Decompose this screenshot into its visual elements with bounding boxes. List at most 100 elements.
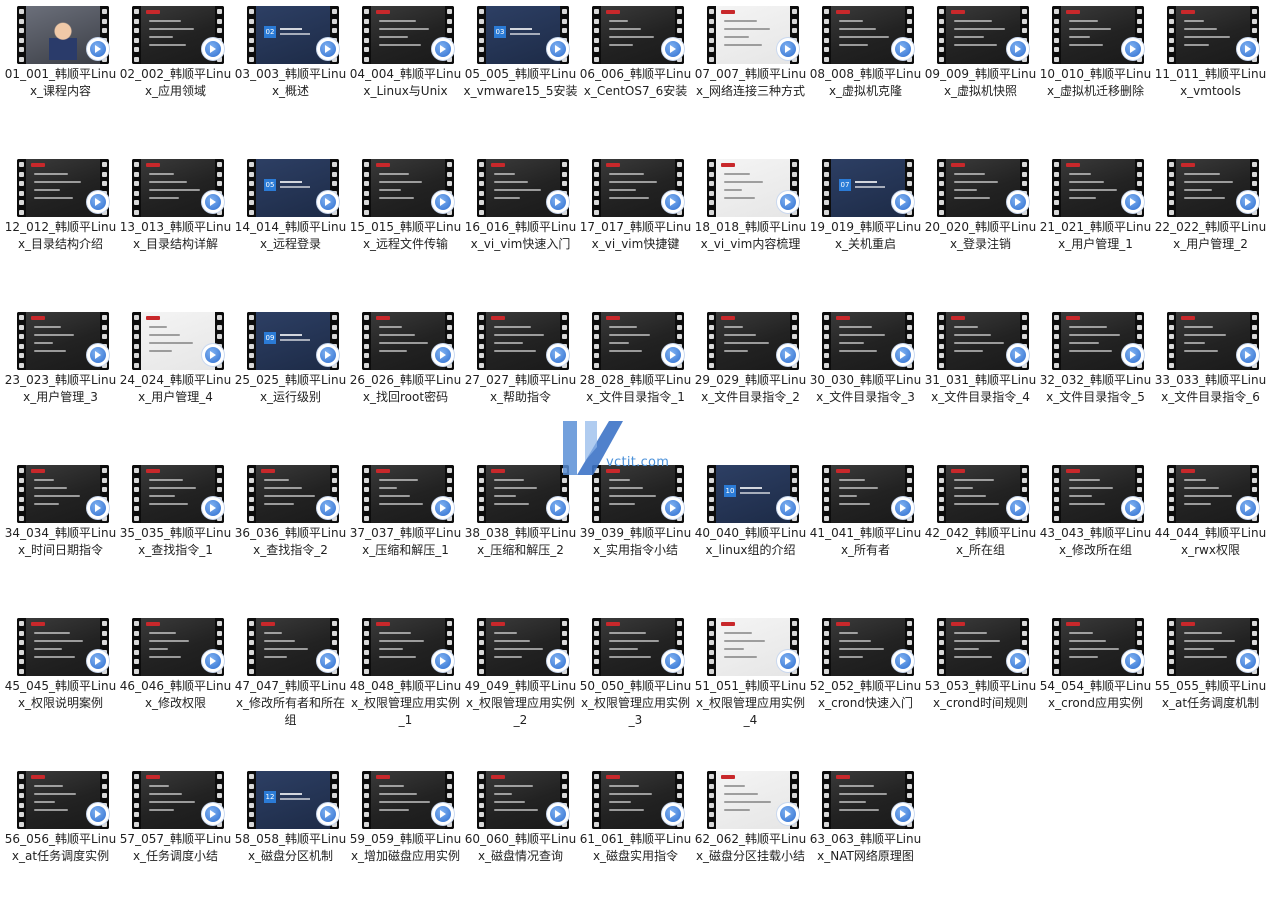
play-badge-icon	[1122, 38, 1144, 60]
video-file-item[interactable]: 43_043_韩顺平Linux_修改所在组	[1038, 459, 1153, 609]
play-badge-icon	[777, 650, 799, 672]
play-badge-icon	[202, 38, 224, 60]
film-strip-icon	[477, 159, 486, 217]
video-file-item[interactable]: 51_051_韩顺平Linux_权限管理应用实例_4	[693, 612, 808, 762]
slide-logo-tag	[721, 163, 735, 167]
video-file-item[interactable]: 55_055_韩顺平Linux_at任务调度机制	[1153, 612, 1268, 762]
film-strip-icon	[592, 159, 601, 217]
video-file-item[interactable]: 31_031_韩顺平Linux_文件目录指令_4	[923, 306, 1038, 456]
video-file-item[interactable]: 60_060_韩顺平Linux_磁盘情况查询	[463, 765, 578, 915]
video-file-item[interactable]: 12 58_058_韩顺平Linux_磁盘分区机制	[233, 765, 348, 915]
video-file-item[interactable]: 45_045_韩顺平Linux_权限说明案例	[3, 612, 118, 762]
play-badge-icon	[1237, 38, 1259, 60]
slide-logo-tag	[1066, 10, 1080, 14]
video-file-item[interactable]: 33_033_韩顺平Linux_文件目录指令_6	[1153, 306, 1268, 456]
video-file-item[interactable]: 17_017_韩顺平Linux_vi_vim快捷键	[578, 153, 693, 303]
video-file-item[interactable]: 07_007_韩顺平Linux_网络连接三种方式	[693, 0, 808, 150]
video-file-item[interactable]: 21_021_韩顺平Linux_用户管理_1	[1038, 153, 1153, 303]
play-badge-icon	[662, 650, 684, 672]
video-file-item[interactable]: 24_024_韩顺平Linux_用户管理_4	[118, 306, 233, 456]
slide-logo-tag	[951, 10, 965, 14]
video-file-item[interactable]: 56_056_韩顺平Linux_at任务调度实例	[3, 765, 118, 915]
film-strip-icon	[592, 6, 601, 64]
video-file-item[interactable]: 05 14_014_韩顺平Linux_远程登录	[233, 153, 348, 303]
slide-logo-tag	[261, 622, 275, 626]
video-file-item[interactable]: 07 19_019_韩顺平Linux_关机重启	[808, 153, 923, 303]
video-file-item[interactable]: 62_062_韩顺平Linux_磁盘分区挂载小结	[693, 765, 808, 915]
video-file-item[interactable]: 12_012_韩顺平Linux_目录结构介绍	[3, 153, 118, 303]
video-file-item[interactable]: 52_052_韩顺平Linux_crond快速入门	[808, 612, 923, 762]
play-badge-icon	[547, 38, 569, 60]
video-file-item[interactable]: 08_008_韩顺平Linux_虚拟机克隆	[808, 0, 923, 150]
video-file-item[interactable]: 37_037_韩顺平Linux_压缩和解压_1	[348, 459, 463, 609]
video-file-item[interactable]: 02 03_003_韩顺平Linux_概述	[233, 0, 348, 150]
chapter-number: 02	[264, 26, 276, 38]
film-strip-icon	[707, 312, 716, 370]
file-name-label: 59_059_韩顺平Linux_增加磁盘应用实例	[349, 832, 462, 863]
slide-logo-tag	[376, 622, 390, 626]
video-file-item[interactable]: 09 25_025_韩顺平Linux_运行级别	[233, 306, 348, 456]
play-badge-icon	[1007, 497, 1029, 519]
video-file-item[interactable]: 02_002_韩顺平Linux_应用领域	[118, 0, 233, 150]
video-file-item[interactable]: 01_001_韩顺平Linux_课程内容	[3, 0, 118, 150]
video-file-item[interactable]: 48_048_韩顺平Linux_权限管理应用实例_1	[348, 612, 463, 762]
video-file-item[interactable]: 10_010_韩顺平Linux_虚拟机迁移删除	[1038, 0, 1153, 150]
slide-logo-tag	[146, 163, 160, 167]
film-strip-icon	[247, 312, 256, 370]
video-file-item[interactable]: 10 40_040_韩顺平Linux_linux组的介绍	[693, 459, 808, 609]
video-file-item[interactable]: 59_059_韩顺平Linux_增加磁盘应用实例	[348, 765, 463, 915]
video-file-item[interactable]: 50_050_韩顺平Linux_权限管理应用实例_3	[578, 612, 693, 762]
play-badge-icon	[432, 191, 454, 213]
video-file-item[interactable]: 13_013_韩顺平Linux_目录结构详解	[118, 153, 233, 303]
video-file-item[interactable]: 44_044_韩顺平Linux_rwx权限	[1153, 459, 1268, 609]
video-file-item[interactable]: 46_046_韩顺平Linux_修改权限	[118, 612, 233, 762]
video-file-item[interactable]: 03 05_005_韩顺平Linux_vmware15_5安装	[463, 0, 578, 150]
video-file-item[interactable]: 04_004_韩顺平Linux_Linux与Unix	[348, 0, 463, 150]
video-file-item[interactable]: 30_030_韩顺平Linux_文件目录指令_3	[808, 306, 923, 456]
video-file-item[interactable]: 23_023_韩顺平Linux_用户管理_3	[3, 306, 118, 456]
video-file-item[interactable]: 06_006_韩顺平Linux_CentOS7_6安装	[578, 0, 693, 150]
video-file-item[interactable]: 57_057_韩顺平Linux_任务调度小结	[118, 765, 233, 915]
film-strip-icon	[362, 618, 371, 676]
video-file-item[interactable]: 28_028_韩顺平Linux_文件目录指令_1	[578, 306, 693, 456]
video-file-item[interactable]: 27_027_韩顺平Linux_帮助指令	[463, 306, 578, 456]
video-file-item[interactable]: 41_041_韩顺平Linux_所有者	[808, 459, 923, 609]
play-badge-icon	[662, 803, 684, 825]
play-badge-icon	[777, 38, 799, 60]
video-file-item[interactable]: 54_054_韩顺平Linux_crond应用实例	[1038, 612, 1153, 762]
video-file-item[interactable]: 49_049_韩顺平Linux_权限管理应用实例_2	[463, 612, 578, 762]
file-name-label: 21_021_韩顺平Linux_用户管理_1	[1039, 220, 1152, 251]
video-file-item[interactable]: 42_042_韩顺平Linux_所在组	[923, 459, 1038, 609]
video-file-item[interactable]: 26_026_韩顺平Linux_找回root密码	[348, 306, 463, 456]
file-name-label: 55_055_韩顺平Linux_at任务调度机制	[1154, 679, 1267, 710]
video-file-item[interactable]: 16_016_韩顺平Linux_vi_vim快速入门	[463, 153, 578, 303]
video-file-item[interactable]: 63_063_韩顺平Linux_NAT网络原理图	[808, 765, 923, 915]
video-file-item[interactable]: 22_022_韩顺平Linux_用户管理_2	[1153, 153, 1268, 303]
video-file-item[interactable]: 47_047_韩顺平Linux_修改所有者和所在组	[233, 612, 348, 762]
video-file-item[interactable]: 53_053_韩顺平Linux_crond时间规则	[923, 612, 1038, 762]
video-file-item[interactable]: 61_061_韩顺平Linux_磁盘实用指令	[578, 765, 693, 915]
video-file-item[interactable]: 39_039_韩顺平Linux_实用指令小结	[578, 459, 693, 609]
video-file-item[interactable]: 38_038_韩顺平Linux_压缩和解压_2	[463, 459, 578, 609]
slide-logo-tag	[146, 469, 160, 473]
file-name-label: 06_006_韩顺平Linux_CentOS7_6安装	[579, 67, 692, 98]
play-badge-icon	[202, 191, 224, 213]
video-file-item[interactable]: 18_018_韩顺平Linux_vi_vim内容梳理	[693, 153, 808, 303]
slide-logo-tag	[951, 163, 965, 167]
film-strip-icon	[1167, 6, 1176, 64]
video-file-item[interactable]: 35_035_韩顺平Linux_查找指令_1	[118, 459, 233, 609]
film-strip-icon	[17, 618, 26, 676]
video-file-item[interactable]: 36_036_韩顺平Linux_查找指令_2	[233, 459, 348, 609]
play-badge-icon	[432, 344, 454, 366]
video-file-item[interactable]: 09_009_韩顺平Linux_虚拟机快照	[923, 0, 1038, 150]
video-file-item[interactable]: 32_032_韩顺平Linux_文件目录指令_5	[1038, 306, 1153, 456]
video-file-item[interactable]: 20_020_韩顺平Linux_登录注销	[923, 153, 1038, 303]
video-file-item[interactable]: 15_015_韩顺平Linux_远程文件传输	[348, 153, 463, 303]
presenter-image	[48, 20, 78, 60]
video-file-item[interactable]: 29_029_韩顺平Linux_文件目录指令_2	[693, 306, 808, 456]
video-file-item[interactable]: 11_011_韩顺平Linux_vmtools	[1153, 0, 1268, 150]
video-file-item[interactable]: 34_034_韩顺平Linux_时间日期指令	[3, 459, 118, 609]
film-strip-icon	[362, 159, 371, 217]
slide-logo-tag	[951, 469, 965, 473]
film-strip-icon	[937, 312, 946, 370]
